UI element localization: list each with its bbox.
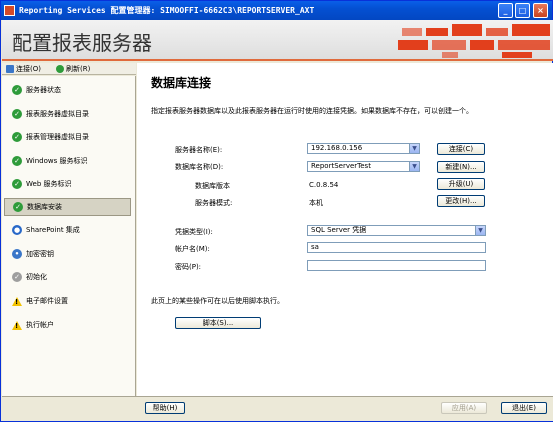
db-version-value: C.0.8.54 — [309, 181, 339, 189]
sidebar-item-label: SharePoint 集成 — [26, 226, 80, 234]
minimize-button[interactable]: _ — [498, 3, 513, 18]
sidebar-item-label: 服务器状态 — [26, 86, 61, 94]
check-icon: ✓ — [12, 85, 22, 95]
key-icon: • — [12, 249, 22, 259]
check-icon: ✓ — [12, 179, 22, 189]
sidebar-item-windows-service-identity[interactable]: ✓ Windows 服务标识 — [4, 152, 131, 170]
help-button[interactable]: 帮助(H) — [145, 402, 185, 414]
close-button[interactable]: × — [533, 3, 548, 18]
chevron-down-icon[interactable]: ▼ — [475, 226, 485, 235]
sidebar-item-database-setup[interactable]: ✓ 数据库安装 — [4, 198, 131, 216]
server-mode-value: 本机 — [309, 199, 323, 207]
header-banner: 配置报表服务器 — [2, 20, 553, 61]
connect-button[interactable]: 连接(C) — [437, 143, 485, 155]
footer: 帮助(H) 应用(A) 退出(E) — [137, 396, 553, 421]
check-icon: ✓ — [12, 132, 22, 142]
connect-label: 连接(O) — [16, 65, 41, 73]
upgrade-button[interactable]: 升级(U) — [437, 178, 485, 190]
check-icon: ✓ — [12, 109, 22, 119]
main-panel: 数据库连接 指定报表服务器数据库以及此报表服务器在运行时使用的连接凭据。如果数据… — [137, 63, 553, 396]
chevron-down-icon[interactable]: ▼ — [409, 162, 419, 171]
sidebar: ✓ 服务器状态 ✓ 报表服务器虚拟目录 ✓ 报表管理器虚拟目录 ✓ Window… — [2, 76, 136, 396]
server-name-combo[interactable]: 192.168.0.156 ▼ — [307, 143, 420, 154]
chevron-down-icon[interactable]: ▼ — [409, 144, 419, 153]
sidebar-item-label: 电子邮件设置 — [26, 297, 68, 305]
script-note: 此页上的某些操作可在以后使用脚本执行。 — [151, 297, 284, 305]
globe-icon: ● — [12, 225, 22, 235]
password-input[interactable] — [307, 260, 486, 271]
sidebar-item-label: 数据库安装 — [27, 203, 62, 211]
page-title: 数据库连接 — [151, 76, 212, 90]
refresh-toolbar-button[interactable]: 刷新(R) — [56, 64, 90, 74]
sidebar-item-label: 初始化 — [26, 273, 47, 281]
sidebar-item-encryption-keys[interactable]: • 加密密钥 — [4, 245, 131, 263]
sidebar-item-label: Windows 服务标识 — [26, 157, 88, 165]
sidebar-item-initialization[interactable]: ✓ 初始化 — [4, 268, 131, 286]
page-description: 指定报表服务器数据库以及此报表服务器在运行时使用的连接凭据。如果数据库不存在，可… — [151, 107, 473, 115]
sidebar-item-sharepoint-integration[interactable]: ● SharePoint 集成 — [4, 221, 131, 239]
sidebar-item-web-service-identity[interactable]: ✓ Web 服务标识 — [4, 175, 131, 193]
check-icon: ✓ — [13, 202, 23, 212]
maximize-button[interactable]: □ — [515, 3, 530, 18]
sidebar-item-server-status[interactable]: ✓ 服务器状态 — [4, 81, 131, 99]
sidebar-item-report-server-vdir[interactable]: ✓ 报表服务器虚拟目录 — [4, 105, 131, 123]
server-mode-label: 服务器模式: — [195, 199, 233, 207]
sidebar-item-label: Web 服务标识 — [26, 180, 72, 188]
banner-title: 配置报表服务器 — [12, 31, 152, 55]
db-name-combo[interactable]: ReportServerTest ▼ — [307, 161, 420, 172]
connect-icon — [6, 65, 14, 73]
sidebar-item-label: 执行帐户 — [26, 321, 54, 329]
db-name-value: ReportServerTest — [311, 162, 371, 170]
check-icon: ✓ — [12, 156, 22, 166]
toolbar: 连接(O) 刷新(R) — [2, 63, 136, 75]
cred-type-combo[interactable]: SQL Server 凭据 ▼ — [307, 225, 486, 236]
check-icon: ✓ — [12, 272, 22, 282]
title-bar[interactable]: Reporting Services 配置管理器: SIMOOFFI-6662C… — [1, 1, 552, 20]
sidebar-item-label: 报表管理器虚拟目录 — [26, 133, 89, 141]
server-name-value: 192.168.0.156 — [311, 144, 363, 152]
exit-button[interactable]: 退出(E) — [501, 402, 547, 414]
refresh-label: 刷新(R) — [66, 65, 91, 73]
db-name-label: 数据库名称(D): — [175, 163, 224, 171]
new-database-button[interactable]: 新建(N)... — [437, 161, 485, 173]
cred-type-value: SQL Server 凭据 — [311, 226, 367, 234]
account-name-label: 帐户名(M): — [175, 245, 210, 253]
sidebar-item-execution-account[interactable]: ! 执行帐户 — [4, 316, 131, 334]
script-button[interactable]: 脚本(S)... — [175, 317, 261, 329]
footer-left — [2, 396, 137, 421]
change-mode-button[interactable]: 更改(H)... — [437, 195, 485, 207]
db-version-label: 数据库版本 — [195, 182, 230, 190]
app-icon — [4, 5, 15, 16]
window-title: Reporting Services 配置管理器: SIMOOFFI-6662C… — [19, 6, 315, 15]
sidebar-item-email-settings[interactable]: ! 电子邮件设置 — [4, 292, 131, 310]
app-window: Reporting Services 配置管理器: SIMOOFFI-6662C… — [0, 0, 553, 422]
warning-icon: ! — [12, 320, 22, 330]
sidebar-item-label: 加密密钥 — [26, 250, 54, 258]
cred-type-label: 凭据类型(I): — [175, 228, 213, 236]
server-name-label: 服务器名称(E): — [175, 146, 223, 154]
account-name-input[interactable]: sa — [307, 242, 486, 253]
password-label: 密码(P): — [175, 263, 202, 271]
sidebar-item-label: 报表服务器虚拟目录 — [26, 110, 89, 118]
connect-toolbar-button[interactable]: 连接(O) — [6, 64, 41, 74]
sidebar-item-report-manager-vdir[interactable]: ✓ 报表管理器虚拟目录 — [4, 128, 131, 146]
apply-button[interactable]: 应用(A) — [441, 402, 487, 414]
refresh-icon — [56, 65, 64, 73]
warning-icon: ! — [12, 296, 22, 306]
